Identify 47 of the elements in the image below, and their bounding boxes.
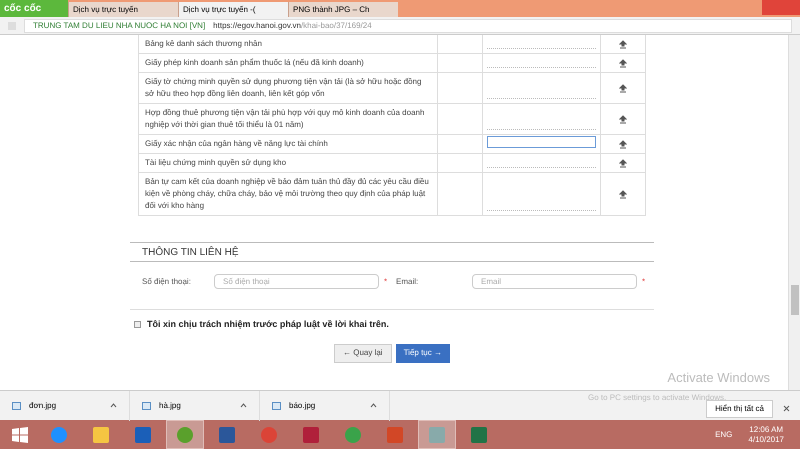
back-button[interactable]: ← Quay lại xyxy=(334,344,392,362)
browser-tab[interactable]: Dịch vụ trực tuyến -( xyxy=(178,2,288,17)
document-name-cell: Bản tự cam kết của doanh nghiệp về bảo đảm tuân thủ đầy đủ các yêu cầu điều kiện về phòng cháy, chữa cháy, bảo vệ môi trường theo quy định của pháp luật đối với kho hàng xyxy=(139,173,438,215)
show-all-button[interactable]: Hiển thị tất cả xyxy=(706,400,773,418)
upload-icon[interactable] xyxy=(619,84,627,92)
close-icon[interactable] xyxy=(783,405,790,412)
required-mark: * xyxy=(384,276,388,288)
chevron-up-icon[interactable] xyxy=(240,403,247,408)
field-label: Số điện thoại: xyxy=(141,276,192,288)
scrollbar[interactable] xyxy=(788,35,800,390)
site-name: TRUNG TAM DU LIEU NHA NUOC HA NOI [VN] xyxy=(33,20,206,32)
document-name-cell: Bảng kê danh sách thương nhân xyxy=(139,35,438,53)
section-title: THÔNG TIN LIÊN HỆ xyxy=(142,245,238,260)
windows-start-icon[interactable] xyxy=(12,426,28,442)
close-button[interactable] xyxy=(762,0,800,15)
url-text: https://egov.hanoi.gov.vn/khai-bao/37/169/24 xyxy=(213,20,372,32)
upload-icon[interactable] xyxy=(619,158,627,168)
upload-icon[interactable] xyxy=(619,140,627,148)
chevron-up-icon[interactable] xyxy=(370,403,377,408)
upload-icon[interactable] xyxy=(619,40,627,48)
language-indicator[interactable]: ENG xyxy=(715,428,732,440)
taskbar-app[interactable] xyxy=(418,420,456,449)
upload-icon[interactable] xyxy=(619,58,627,68)
document-name-cell: Hợp đồng thuê phương tiện vận tải phù hợp với quy mô kinh doanh của doanh nghiệp với thời gian thuê tối thiểu là 01 năm) xyxy=(139,104,438,134)
clock[interactable]: 12:06 AM 4/10/2017 xyxy=(736,424,796,444)
required-mark: * xyxy=(642,276,646,288)
upload-icon[interactable] xyxy=(619,190,627,198)
image-file-icon xyxy=(272,402,281,410)
browser-logo: cốc cốc xyxy=(0,0,68,17)
image-file-icon xyxy=(12,402,21,410)
browser-tab[interactable]: PNG thành JPG – Ch xyxy=(288,2,398,17)
continue-button[interactable]: Tiếp tục → xyxy=(396,344,450,362)
upload-icon[interactable] xyxy=(619,114,627,124)
activation-title: Activate Windows xyxy=(667,369,770,387)
document-name-cell: Giấy phép kinh doanh sản phẩm thuốc lá (nếu đã kinh doanh) xyxy=(139,54,438,72)
field-label: Email: xyxy=(396,276,420,288)
document-name-cell: Giấy xác nhận của ngân hàng về năng lực tài chính xyxy=(139,135,438,153)
browser-tab[interactable]: Dịch vụ trực tuyến xyxy=(68,2,178,17)
declaration-label: Tôi xin chịu trách nhiệm trước pháp luật về lời khai trên. xyxy=(147,318,389,331)
image-file-icon xyxy=(142,402,151,410)
taskbar-app[interactable] xyxy=(166,420,204,449)
url-field[interactable]: TRUNG TAM DU LIEU NHA NUOC HA NOI [VN] https://egov.hanoi.gov.vn/khai-bao/37/169/24 xyxy=(24,18,792,32)
document-name-cell: Tài liệu chứng minh quyền sử dụng kho xyxy=(139,154,438,172)
file-input[interactable] xyxy=(487,136,596,148)
document-name-cell: Giấy tờ chứng minh quyền sử dụng phương tiện vận tải (là sở hữu hoặc đồng sở hữu theo hợp đồng liên doanh, liên kết góp vốn xyxy=(139,73,438,103)
checkbox[interactable] xyxy=(134,321,141,328)
chevron-up-icon[interactable] xyxy=(110,403,117,408)
